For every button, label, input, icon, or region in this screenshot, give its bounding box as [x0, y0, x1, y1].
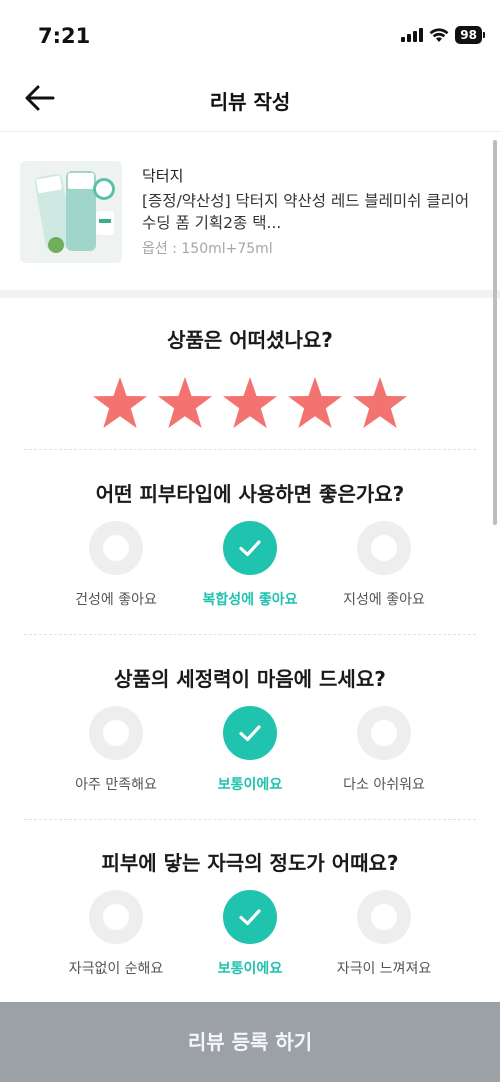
star-rating — [0, 376, 500, 430]
radio-circle-icon — [89, 706, 143, 760]
battery-icon: 98 — [455, 26, 485, 44]
irritation-options: 자극없이 순해요 보통이에요 자극이 느껴져요 — [0, 890, 500, 980]
star-3-icon[interactable] — [222, 376, 278, 430]
star-4-icon[interactable] — [287, 376, 343, 430]
checkmark-icon — [239, 725, 261, 742]
wifi-icon — [429, 27, 449, 42]
scrollbar[interactable] — [493, 140, 497, 525]
cleansing-question: 상품의 세정력이 마음에 드세요? — [114, 667, 386, 691]
option-1-2[interactable]: 다소 아쉬워요 — [304, 706, 464, 794]
option-0-2[interactable]: 지성에 좋아요 — [304, 521, 464, 609]
checkmark-icon — [239, 909, 261, 926]
nav-bar: 리뷰 작성 — [0, 62, 500, 132]
check-circle-icon — [223, 890, 277, 944]
status-bar: 7:21 98 — [0, 0, 500, 62]
option-label: 다소 아쉬워요 — [343, 777, 425, 793]
option-label: 자극이 느껴져요 — [336, 961, 432, 977]
divider — [24, 449, 476, 450]
product-image — [20, 161, 122, 263]
cellular-signal-icon — [401, 28, 424, 42]
star-1-icon[interactable] — [92, 376, 148, 430]
page-title: 리뷰 작성 — [209, 90, 291, 114]
product-summary: 닥터지 [증정/약산성] 닥터지 약산성 레드 블레미쉬 클리어 수딩 폼 기획… — [0, 132, 500, 290]
option-label: 지성에 좋아요 — [343, 592, 425, 608]
product-option: 옵션 : 150ml+75ml — [142, 241, 273, 257]
skin-type-options: 건성에 좋아요 복합성에 좋아요 지성에 좋아요 — [0, 521, 500, 611]
checkmark-icon — [239, 540, 261, 557]
star-5-icon[interactable] — [352, 376, 408, 430]
check-circle-icon — [223, 706, 277, 760]
radio-circle-icon — [89, 890, 143, 944]
check-circle-icon — [223, 521, 277, 575]
submit-review-button[interactable]: 리뷰 등록 하기 — [0, 1002, 500, 1082]
product-brand: 닥터지 — [142, 167, 184, 185]
status-icons: 98 — [401, 26, 485, 44]
divider — [24, 819, 476, 820]
section-divider — [0, 290, 500, 298]
cleansing-options: 아주 만족해요 보통이에요 다소 아쉬워요 — [0, 706, 500, 796]
radio-circle-icon — [89, 521, 143, 575]
star-2-icon[interactable] — [157, 376, 213, 430]
radio-circle-icon — [357, 890, 411, 944]
rating-question: 상품은 어떠셨나요? — [167, 328, 333, 352]
option-2-2[interactable]: 자극이 느껴져요 — [304, 890, 464, 978]
radio-circle-icon — [357, 706, 411, 760]
irritation-question: 피부에 닿는 자극의 정도가 어때요? — [101, 851, 399, 875]
skin-type-question: 어떤 피부타입에 사용하면 좋은가요? — [95, 482, 405, 506]
divider — [24, 634, 476, 635]
product-name: [증정/약산성] 닥터지 약산성 레드 블레미쉬 클리어 수딩 폼 기획2종 택… — [142, 192, 470, 232]
status-time: 7:21 — [38, 24, 91, 48]
radio-circle-icon — [357, 521, 411, 575]
